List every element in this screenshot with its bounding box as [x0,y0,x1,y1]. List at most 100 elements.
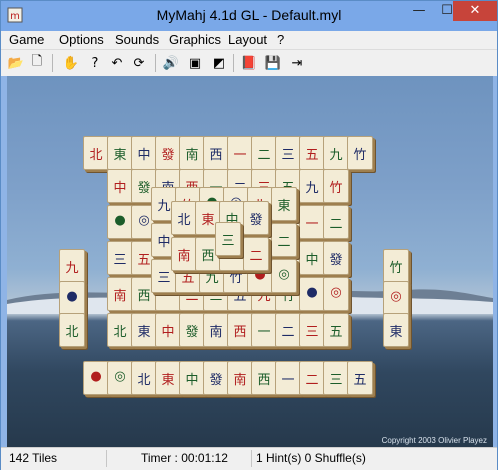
game-board[interactable]: Copyright 2003 Olivier Playez 北東中發南西一二三五… [7,76,493,447]
sound-icon[interactable]: 🔊 [161,53,181,73]
mahjong-tile[interactable]: 南 [203,313,229,347]
mahjong-tile[interactable]: 五 [323,313,349,347]
exit-icon[interactable]: ⇥ [287,53,307,73]
tile-symbol: 發 [209,373,223,388]
mahjong-tile[interactable]: 東 [131,313,157,347]
mahjong-tile[interactable]: 二 [323,205,349,239]
mahjong-tile[interactable]: 東 [271,187,297,221]
toolbar-separator [155,54,156,72]
mahjong-tile[interactable]: 南 [171,237,197,271]
menu-graphics[interactable]: Graphics [169,32,221,47]
tile-symbol: 三 [221,234,235,249]
help-book-icon[interactable]: 📕 [239,53,259,73]
mahjong-tile[interactable]: 北 [107,313,133,347]
mahjong-tile[interactable]: ● [299,277,325,311]
tile-symbol: ◎ [278,267,290,282]
mahjong-tile[interactable]: 一 [275,361,301,395]
mahjong-tile[interactable]: 西 [251,361,277,395]
tile-symbol: ◎ [330,285,342,300]
hint-icon[interactable]: ? [85,53,105,73]
shuffle-icon[interactable]: ⟳ [129,53,149,73]
mahjong-tile[interactable]: 發 [203,361,229,395]
mahjong-tile[interactable]: ◎ [383,281,409,315]
mahjong-tile[interactable]: 三 [299,313,325,347]
open-icon[interactable]: 📂 [6,53,26,73]
new-icon[interactable]: 🗋 [27,53,47,73]
mahjong-tile[interactable]: 二 [243,237,269,271]
tile-symbol: 南 [185,148,199,163]
mahjong-tile[interactable]: 發 [155,136,181,170]
mahjong-tile[interactable]: 五 [347,361,373,395]
tile-symbol: 東 [277,199,291,214]
mahjong-tile[interactable]: 三 [215,222,241,256]
mahjong-tile[interactable]: 西 [227,313,253,347]
mahjong-tile[interactable]: 九 [59,249,85,283]
mahjong-tile[interactable]: 三 [275,136,301,170]
mahjong-tile[interactable]: 西 [203,136,229,170]
board-settings-icon[interactable]: ◩ [209,53,229,73]
menu-help[interactable]: ? [277,32,284,47]
close-button[interactable]: ✕ [453,1,497,21]
title-bar[interactable]: m MyMahj 4.1d GL - Default.myl — ☐ ✕ [1,1,497,31]
menu-layout[interactable]: Layout [228,32,267,47]
mahjong-tile[interactable]: 二 [275,313,301,347]
mahjong-tile[interactable]: 竹 [347,136,373,170]
mahjong-tile[interactable]: 發 [179,313,205,347]
mahjong-tile[interactable]: ◎ [323,277,349,311]
minimize-button[interactable]: — [405,1,433,21]
mahjong-tile[interactable]: 二 [271,223,297,257]
mahjong-tile[interactable]: 竹 [383,249,409,283]
tile-symbol: 一 [257,325,271,340]
mahjong-tile[interactable]: 五 [299,136,325,170]
mahjong-tile[interactable]: 二 [299,361,325,395]
mahjong-tile[interactable]: 北 [171,201,197,235]
mahjong-tile[interactable]: 中 [107,169,133,203]
mahjong-tile[interactable]: ● [83,361,109,395]
mahjong-tile[interactable]: 一 [227,136,253,170]
tile-symbol: 中 [305,253,319,268]
mahjong-tile[interactable]: 九 [299,169,325,203]
hand-icon[interactable]: ✋ [61,53,81,73]
mahjong-tile[interactable]: 一 [251,313,277,347]
mahjong-tile[interactable]: ● [107,205,133,239]
mahjong-tile[interactable]: ● [59,281,85,315]
mahjong-tile[interactable]: ◎ [107,361,133,395]
undo-icon[interactable]: ↶ [107,53,127,73]
mahjong-tile[interactable]: 北 [131,361,157,395]
mahjong-tile[interactable]: 九 [323,136,349,170]
mahjong-tile[interactable]: 三 [323,361,349,395]
mahjong-tile[interactable]: 中 [179,361,205,395]
mahjong-tile[interactable]: 東 [107,136,133,170]
tile-symbol: 二 [277,235,291,250]
tile-settings-icon[interactable]: ▣ [185,53,205,73]
tile-symbol: 竹 [329,181,343,196]
tile-symbol: 北 [137,373,151,388]
mahjong-tile[interactable]: 南 [107,277,133,311]
mahjong-tile[interactable]: 南 [179,136,205,170]
tile-symbol: 九 [65,261,79,276]
mahjong-tile[interactable]: 北 [59,313,85,347]
mahjong-tile[interactable]: 中 [131,136,157,170]
mahjong-tile[interactable]: 發 [243,201,269,235]
mahjong-tile[interactable]: 中 [299,241,325,275]
mahjong-tile[interactable]: 竹 [323,169,349,203]
mahjong-tile[interactable]: 三 [107,241,133,275]
mahjong-tile[interactable]: 二 [251,136,277,170]
mahjong-tile[interactable]: 中 [155,313,181,347]
copyright-text: Copyright 2003 Olivier Playez [381,436,487,445]
tile-symbol: 北 [89,148,103,163]
mahjong-tile[interactable]: 東 [155,361,181,395]
menu-game[interactable]: Game [9,32,44,47]
mahjong-tile[interactable]: 一 [299,205,325,239]
mahjong-tile[interactable]: 南 [227,361,253,395]
save-icon[interactable]: 💾 [263,53,283,73]
menu-options[interactable]: Options [59,32,104,47]
mahjong-tile[interactable]: 發 [323,241,349,275]
menu-sounds[interactable]: Sounds [115,32,159,47]
mahjong-tile[interactable]: 東 [383,313,409,347]
tile-symbol: 東 [137,325,151,340]
tile-symbol: ◎ [390,289,402,304]
tile-symbol: 東 [389,325,403,340]
mahjong-tile[interactable]: ◎ [271,259,297,293]
mahjong-tile[interactable]: 北 [83,136,109,170]
